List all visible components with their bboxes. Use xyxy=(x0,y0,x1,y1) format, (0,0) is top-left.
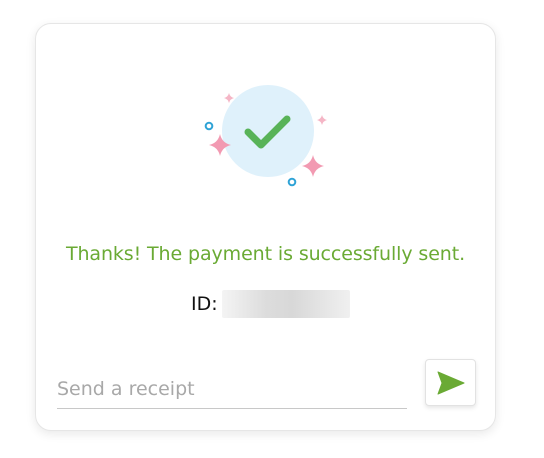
sparkle-icon xyxy=(302,155,324,177)
send-receipt-button[interactable] xyxy=(425,359,476,406)
dot-ring-icon xyxy=(287,177,297,187)
send-icon xyxy=(437,371,464,394)
success-message: Thanks! The payment is successfully sent… xyxy=(65,243,466,265)
success-circle xyxy=(222,85,314,177)
dot-ring-icon xyxy=(204,121,214,131)
transaction-id-row: ID: xyxy=(191,289,350,319)
sparkle-icon xyxy=(224,93,234,103)
payment-success-card: Thanks! The payment is successfully sent… xyxy=(35,23,496,431)
id-label: ID: xyxy=(191,293,218,315)
sparkle-icon xyxy=(317,115,327,125)
id-value-redacted xyxy=(221,290,350,318)
success-illustration xyxy=(204,85,327,187)
receipt-email-input[interactable] xyxy=(57,369,407,409)
